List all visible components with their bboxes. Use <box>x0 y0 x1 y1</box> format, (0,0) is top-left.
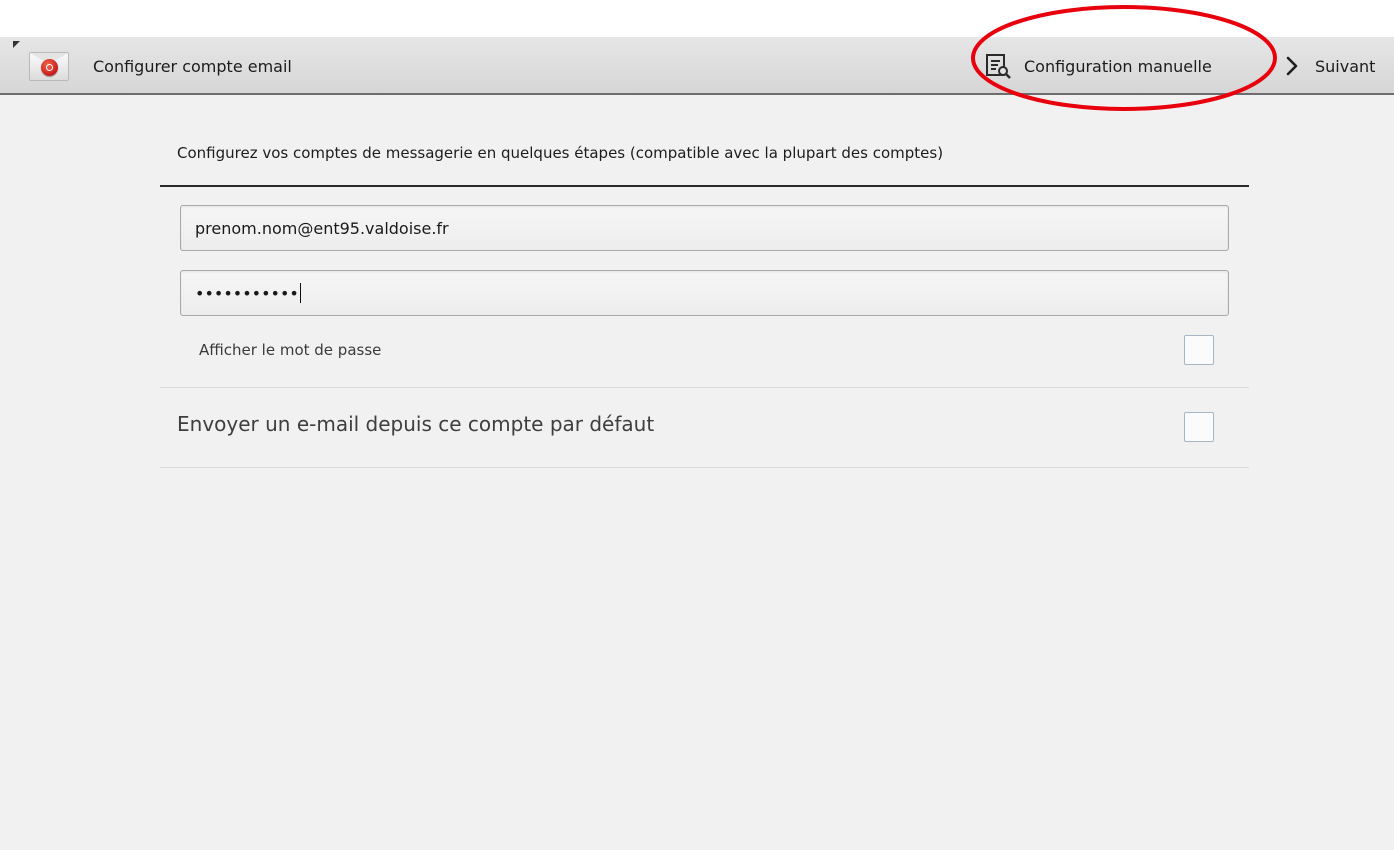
default-account-label: Envoyer un e-mail depuis ce compte par d… <box>177 412 655 436</box>
at-seal-icon <box>41 59 58 76</box>
intro-text: Configurez vos comptes de messagerie en … <box>177 144 944 162</box>
email-app-icon[interactable] <box>29 52 69 81</box>
text-cursor <box>299 283 301 303</box>
section-divider <box>160 185 1249 187</box>
top-margin <box>0 0 1394 37</box>
chevron-right-icon <box>1286 56 1298 76</box>
email-value: prenom.nom@ent95.valdoise.fr <box>195 218 449 238</box>
show-password-checkbox[interactable] <box>1184 335 1214 365</box>
show-password-label: Afficher le mot de passe <box>199 341 382 359</box>
page-title: Configurer compte email <box>93 57 292 76</box>
next-button[interactable]: Suivant <box>1283 49 1375 83</box>
action-bar: Configurer compte email Configuration ma… <box>0 37 1394 95</box>
row-divider <box>160 387 1249 388</box>
row-divider <box>160 467 1249 468</box>
next-label: Suivant <box>1315 56 1376 76</box>
password-value: ••••••••••• <box>195 283 299 303</box>
menu-corner-indicator <box>13 41 20 48</box>
manual-configuration-button[interactable]: Configuration manuelle <box>983 49 1212 83</box>
manual-configuration-label: Configuration manuelle <box>1024 56 1212 76</box>
manual-settings-icon <box>986 54 1011 79</box>
password-field[interactable]: ••••••••••• <box>180 270 1229 316</box>
default-account-checkbox[interactable] <box>1184 412 1214 442</box>
email-field[interactable]: prenom.nom@ent95.valdoise.fr <box>180 205 1229 251</box>
